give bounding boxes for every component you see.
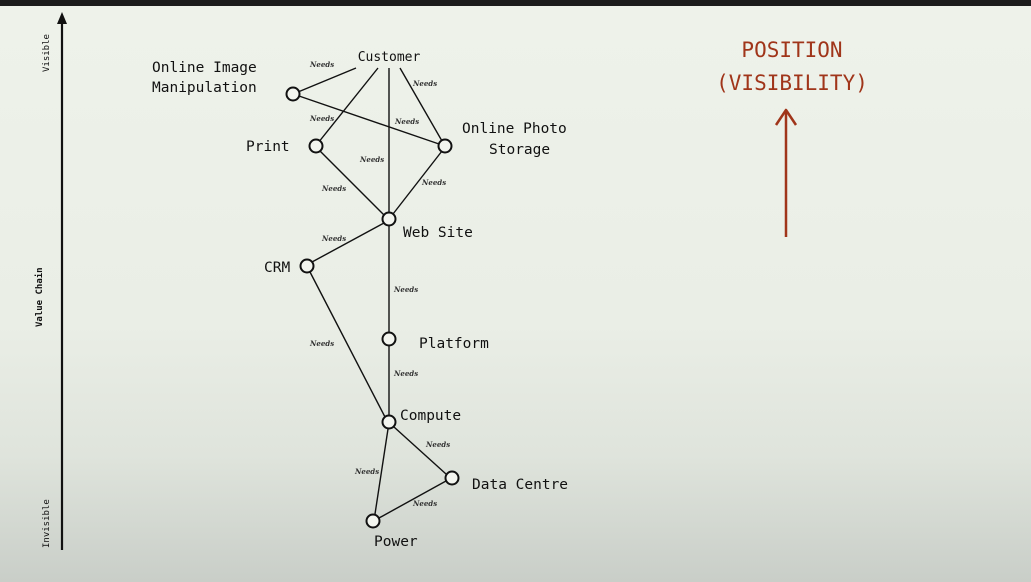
node-web-site (381, 211, 397, 227)
axis-bottom-label: Invisible (42, 499, 52, 548)
node-platform (381, 331, 397, 347)
edge-label: Needs (321, 184, 346, 193)
edge-label: Needs (421, 178, 446, 187)
edge-label: Needs (412, 79, 437, 88)
node-label-online-photo-storage-line1: Online Photo (462, 121, 567, 137)
node-label-online-image-manipulation-line1: Online Image (152, 60, 257, 76)
edge-label: Needs (354, 467, 379, 476)
axis-title: Value Chain (34, 267, 45, 327)
node-online-photo-storage (437, 138, 453, 154)
node-online-image-manipulation (285, 86, 301, 102)
edge-label: Needs (309, 339, 334, 348)
edge-customer-online-image-manipulation (297, 67, 357, 93)
edge-label: Needs (359, 155, 384, 164)
node-label-platform: Platform (419, 336, 489, 352)
edge-compute-data-centre (393, 426, 447, 475)
node-label-online-photo-storage-line2: Storage (489, 142, 550, 158)
node-label-compute: Compute (400, 408, 461, 424)
edge-label: Needs (321, 234, 346, 243)
node-label-customer: Customer (358, 50, 421, 65)
node-crm (299, 258, 315, 274)
node-label-web-site: Web Site (403, 225, 473, 241)
edge-label: Needs (393, 285, 418, 294)
node-power (365, 513, 381, 529)
node-label-power: Power (374, 534, 418, 550)
node-compute (381, 414, 397, 430)
node-label-online-image-manipulation-line2: Manipulation (152, 80, 257, 96)
edge-label: Needs (394, 117, 419, 126)
edges-group (297, 67, 447, 519)
node-label-crm: CRM (264, 260, 290, 276)
node-data-centre (444, 470, 460, 486)
node-print (308, 138, 324, 154)
axis-arrowhead-icon (57, 12, 67, 24)
node-label-data-centre: Data Centre (472, 477, 568, 493)
headline-line2: (VISIBILITY) (716, 71, 868, 95)
axis-top-label: Visible (42, 34, 52, 72)
headline-line1: POSITION (741, 38, 842, 62)
value-chain-map: Visible Value Chain Invisible POSITION (… (34, 12, 868, 550)
edge-label: Needs (309, 114, 334, 123)
edge-label: Needs (412, 499, 437, 508)
edge-label: Needs (309, 60, 334, 69)
edge-label: Needs (393, 369, 418, 378)
node-label-print: Print (246, 139, 290, 155)
edge-label: Needs (425, 440, 450, 449)
